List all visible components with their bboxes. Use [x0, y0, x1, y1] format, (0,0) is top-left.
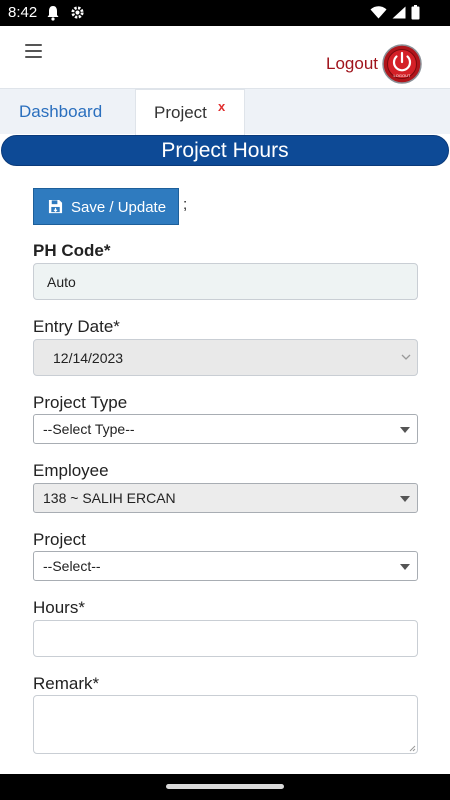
dropdown-caret-icon	[400, 564, 410, 570]
power-button-icon[interactable]: LOGOUT	[382, 44, 422, 84]
notification-bell-icon	[47, 6, 59, 21]
hamburger-menu-icon[interactable]	[25, 44, 42, 58]
page-title: Project Hours	[161, 139, 289, 162]
logout-icon-text: LOGOUT	[394, 73, 411, 78]
chevron-down-icon	[401, 354, 411, 360]
home-gesture-pill[interactable]	[166, 784, 284, 789]
tab-project[interactable]: Project x	[135, 89, 245, 135]
logout-link[interactable]: Logout	[326, 54, 378, 74]
ph-code-field: Auto	[33, 263, 418, 300]
dropdown-caret-icon	[400, 427, 410, 433]
status-time: 8:42	[8, 4, 38, 21]
app-header: Logout LOGOUT	[0, 26, 450, 88]
hours-label: Hours*	[33, 598, 85, 617]
project-type-value: --Select Type--	[43, 421, 135, 437]
wifi-icon	[370, 6, 387, 19]
stray-text: ;	[183, 196, 188, 213]
project-label: Project	[33, 530, 86, 549]
entry-date-field[interactable]: 12/14/2023	[33, 339, 418, 376]
hours-input[interactable]	[33, 620, 418, 657]
entry-date-label: Entry Date*	[33, 317, 120, 336]
save-icon	[48, 199, 63, 214]
system-navigation-bar	[0, 774, 450, 800]
resize-handle-icon[interactable]	[409, 745, 416, 752]
signal-icon	[392, 6, 406, 19]
remark-label: Remark*	[33, 674, 100, 693]
ph-code-label: PH Code*	[33, 241, 111, 260]
project-value: --Select--	[43, 558, 101, 574]
employee-select[interactable]: 138 ~ SALIH ERCAN	[33, 483, 418, 513]
settings-gear-icon	[71, 6, 84, 19]
employee-value: 138 ~ SALIH ERCAN	[43, 490, 176, 506]
entry-date-value: 12/14/2023	[53, 350, 124, 366]
battery-icon	[411, 5, 420, 20]
status-bar: 8:42	[0, 0, 450, 26]
ph-code-value: Auto	[47, 274, 76, 290]
app-screen: 8:42 Logout LOGOUT Dashboard Project x P…	[0, 0, 450, 800]
save-update-button[interactable]: Save / Update	[33, 188, 179, 225]
page-title-bar: Project Hours	[1, 135, 449, 166]
dropdown-caret-icon	[400, 496, 410, 502]
tab-project-label: Project	[154, 103, 207, 122]
tab-bar: Dashboard Project x	[0, 88, 450, 135]
remark-textarea[interactable]	[33, 695, 418, 754]
tab-dashboard[interactable]: Dashboard	[19, 102, 102, 122]
project-select[interactable]: --Select--	[33, 551, 418, 581]
save-update-label: Save / Update	[71, 199, 167, 216]
project-type-label: Project Type	[33, 393, 128, 412]
tab-close-icon[interactable]: x	[218, 99, 225, 114]
employee-label: Employee	[33, 461, 109, 480]
project-type-select[interactable]: --Select Type--	[33, 414, 418, 444]
